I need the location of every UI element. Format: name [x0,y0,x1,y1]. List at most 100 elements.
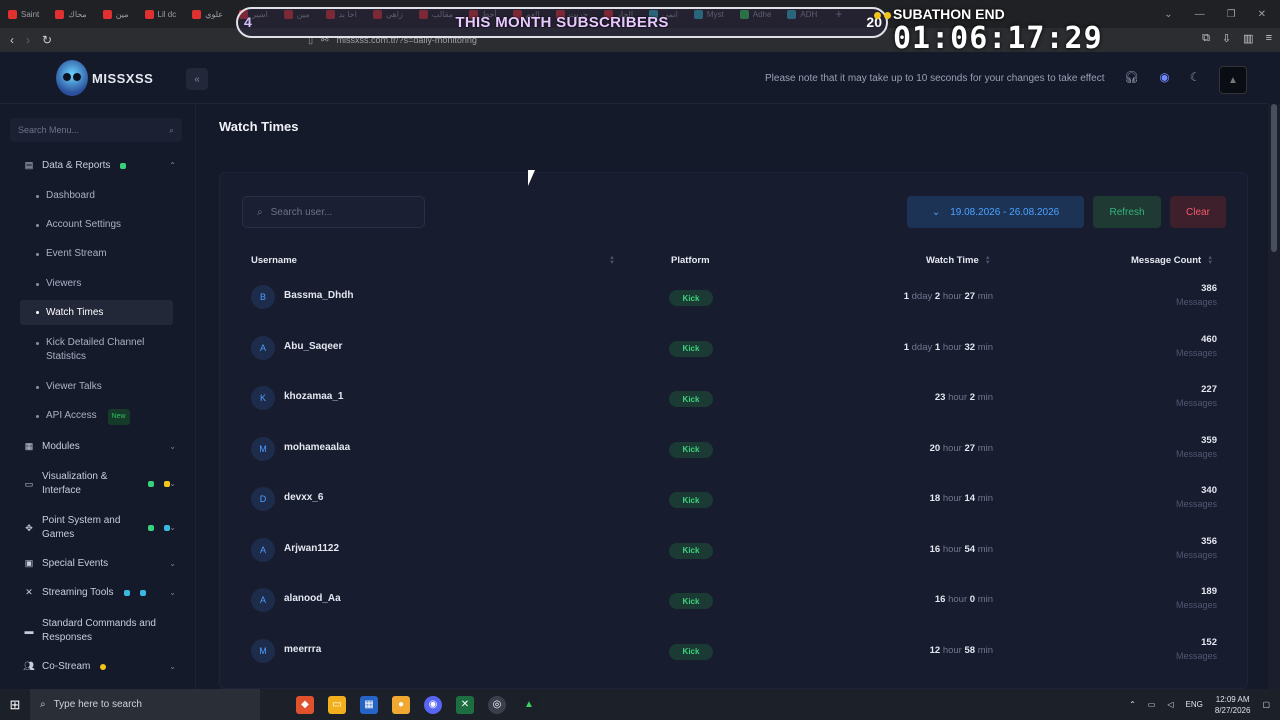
windows-start-icon[interactable]: ⊞ [0,689,30,720]
minimize-icon[interactable]: — [1195,9,1205,20]
table-row[interactable]: Ddevxx_6 Kick 18 hour 14 min 340 Messages [251,482,1217,532]
watch-time: 16 hour 0 min [771,594,993,605]
sidebar-section-data-reports[interactable]: ▤ Data & Reports ⌃ [24,160,176,171]
subscribers-current: 4 [244,14,252,30]
table-row[interactable]: Kkhozamaa_1 Kick 23 hour 2 min 227 Messages [251,381,1217,431]
logo[interactable]: MISSXSS [56,60,153,96]
date-range-picker[interactable]: ⌄ 19.08.2026 - 26.08.2026 [907,196,1084,228]
sidebar-item-kick-statistics[interactable]: Kick Detailed Channel Statistics [36,336,174,364]
tab-search-icon[interactable]: ⌄ [1164,9,1172,20]
messages-label: Messages [1175,347,1217,358]
table-row[interactable]: A Arjwan1122 Kick 16 hour 54 min 356 Messages [251,533,1217,583]
sidebar-section-point-system[interactable]: ✥ Point System and Games ⌄ [24,514,176,542]
alien-logo-icon [56,60,88,96]
sidebar-section-visualization[interactable]: ▭ Visualization & Interface ⌄ [24,470,176,498]
platform-badge: Kick [669,492,713,508]
forward-icon[interactable]: › [26,33,30,47]
extensions-icon[interactable]: ⧉ [1202,32,1210,45]
sidebar-item-event-stream[interactable]: Event Stream [36,247,174,261]
sidebar-section-co-stream[interactable]: 👥︎ Co-Stream ⌄ [23,661,176,672]
clock[interactable]: 12:09 AM 8/27/2026 [1215,694,1251,716]
excel-icon[interactable]: ✕ [456,695,474,714]
table-row[interactable]: A Abu_Saqeer Kick 1 dday 1 hour 32 min 460 Me… [251,331,1217,381]
sidebar-item-dashboard[interactable]: Dashboard [36,189,174,203]
brave-browser-icon[interactable]: ◆ [296,695,314,714]
app-icon[interactable]: ● [392,695,410,714]
status-dot [123,589,130,596]
username[interactable]: Bassma_Dhdh [284,290,353,301]
username[interactable]: Abu_Saqeer [284,341,342,352]
refresh-button[interactable]: Refresh [1093,196,1161,228]
youtube-icon [8,9,17,19]
watch-time: 1 dday 1 hour 32 min [771,342,993,353]
user-avatar[interactable]: ▲ [1219,66,1247,94]
headset-icon[interactable]: 🎧︎ [1124,70,1139,84]
kick-app-icon[interactable]: ▲ [520,695,538,714]
network-icon[interactable]: ▭ [1148,700,1156,709]
menu-search-input[interactable]: Search Menu... ⌕ [10,118,182,142]
language-indicator[interactable]: ENG [1186,700,1203,709]
browser-tab[interactable]: مين [95,0,137,28]
speaker-icon[interactable]: ◁ [1167,700,1173,709]
file-explorer-icon[interactable]: ▭ [328,695,346,714]
clear-button[interactable]: Clear [1170,196,1226,228]
scrollbar-thumb[interactable] [1271,104,1277,252]
collapse-sidebar-button[interactable]: « [186,68,208,90]
sidebar-item-watch-times[interactable]: Watch Times [20,300,173,325]
sidebar-section-streaming-tools[interactable]: ✕ Streaming Tools ⌄ [24,587,176,598]
unit-label: hour [942,644,962,656]
sidebar-toggle-icon[interactable]: ▥ [1243,32,1253,45]
column-header-watch-time[interactable]: Watch Time ▲ ▼ [926,255,991,267]
tray-chevron-up-icon[interactable]: ⌃ [1129,700,1136,709]
sidebar-item-viewers[interactable]: Viewers [36,277,174,291]
table-row[interactable]: Aalanood_Aa Kick 16 hour 0 min 189 Messages [251,583,1217,633]
username[interactable]: alanood_Aa [284,593,341,604]
command-icon: ▬ [24,626,34,636]
taskbar-search-input[interactable]: ⌕ Type here to search [30,689,260,720]
username[interactable]: mohameaalaa [284,442,350,453]
search-user-input[interactable]: ⌕ Search user... [242,196,425,228]
sidebar-section-modules[interactable]: ▦ Modules ⌄ [24,441,176,452]
sidebar-item-api-access[interactable]: API Access New [36,409,174,425]
table-row[interactable]: Mmohameaalaa Kick 20 hour 27 min 359 Message… [251,432,1217,482]
store-icon[interactable]: ▦ [360,695,378,714]
restore-icon[interactable]: ❐ [1227,9,1236,20]
notification-icon[interactable]: ▢ [1262,700,1270,709]
browser-tab-label: Lil dc [157,9,177,19]
messages-label: Messages [1175,398,1217,408]
obs-icon[interactable]: ◎ [488,695,506,714]
reload-icon[interactable]: ↻ [42,33,52,47]
sidebar-item-viewer-talks[interactable]: Viewer Talks [36,380,174,394]
sidebar-section-special-events[interactable]: ▣ Special Events ⌄ [24,558,176,569]
sidebar-section-standard-commands[interactable]: ▬ Standard Commands and Responses [24,617,176,645]
close-window-icon[interactable]: ✕ [1258,9,1266,20]
username[interactable]: khozamaa_1 [284,391,343,402]
browser-tab[interactable]: Lil dc [137,0,185,28]
downloads-icon[interactable]: ⇩ [1222,32,1231,45]
table-row[interactable]: Mmeerrra Kick 12 hour 58 min 152 Messages [251,634,1217,684]
browser-tab[interactable]: محاك [47,0,94,28]
discord-icon[interactable]: ◉ [424,695,442,714]
username[interactable]: devxx_6 [284,492,323,503]
menu-icon[interactable]: ≡ [1266,32,1272,45]
username[interactable]: meerrra [284,644,321,655]
watch-mins: 14 [964,493,976,504]
discord-icon[interactable]: ◉ [1159,70,1169,84]
status-dot [148,525,154,531]
screen-icon: ▭ [24,479,34,489]
column-header-platform[interactable]: Platform [671,255,710,266]
browser-tab[interactable]: علوي [184,0,231,28]
sidebar-item-account-settings[interactable]: Account Settings [36,218,174,232]
username[interactable]: Arjwan1122 [284,543,339,554]
moon-icon[interactable]: ☾ [1190,70,1201,84]
back-icon[interactable]: ‹ [10,33,14,47]
browser-tab[interactable]: Saint [0,0,47,28]
table-row[interactable]: B Bassma_Dhdh Kick 1 dday 2 hour 27 min 386 M… [251,280,1217,330]
unit-label: min [977,442,993,454]
message-count: 356 Messages [1086,536,1217,560]
column-header-username[interactable]: Username ▲ ▼ [251,255,615,267]
sidebar-item-label: Viewer Talks [46,381,102,392]
watch-days: 1 [903,291,909,302]
column-header-message-count[interactable]: Message Count ▲ ▼ [1131,255,1213,267]
page-scrollbar[interactable] [1268,104,1280,720]
